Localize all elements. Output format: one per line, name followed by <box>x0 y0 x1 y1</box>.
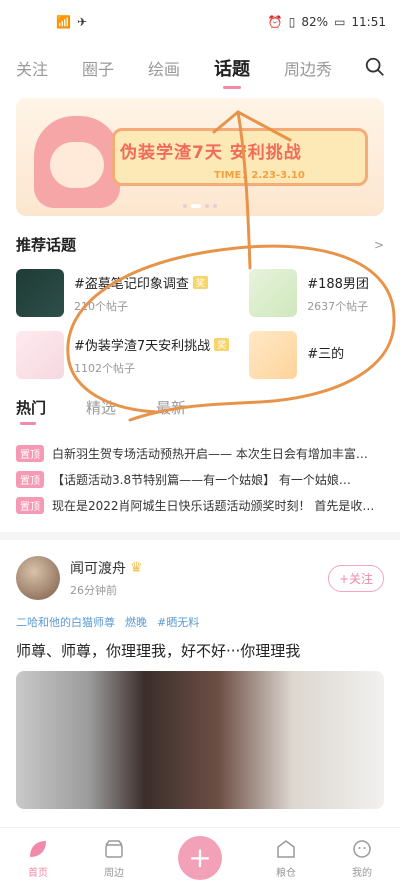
nav-label: 周边 <box>104 867 124 879</box>
promo-banner[interactable]: 伪装学渣7天 安利挑战 TIME：2.23-3.10 <box>16 98 384 216</box>
top-tab-bar: 关注 圈子 绘画 话题 周边秀 <box>0 44 400 92</box>
status-bar: 📶 ✈ ⏰ ▯ 82% ▭ 11:51 <box>0 0 400 44</box>
post-image[interactable] <box>16 671 384 809</box>
section-divider <box>0 532 400 540</box>
pinned-item[interactable]: 置顶 现在是2022肖阿城生日快乐话题活动颁奖时刻！ 首先是收… <box>16 492 384 518</box>
profile-icon <box>353 839 371 858</box>
nav-granary[interactable]: 粮仓 <box>274 837 298 879</box>
tab-merch-show[interactable]: 周边秀 <box>284 56 332 80</box>
home-icon <box>30 840 46 857</box>
topic-name: #三的 <box>307 346 345 362</box>
topic-grid: #盗墓笔记印象调查奖 210个帖子 #188男团 2637个帖子 #伪装学渣7天… <box>16 269 384 379</box>
carousel-dots <box>183 204 217 208</box>
post-header: 闻可渡舟 ♛ 26分钟前 +关注 <box>16 556 384 600</box>
shop-icon <box>105 839 123 858</box>
nav-label: 我的 <box>352 867 372 879</box>
topic-item[interactable]: #伪装学渣7天安利挑战奖 1102个帖子 <box>16 331 230 379</box>
pinned-item[interactable]: 置顶 【话题活动3.8节特别篇——有一个姑娘】 有一个姑娘… <box>16 466 384 492</box>
post-tag[interactable]: 二哈和他的白猫师尊 <box>16 614 115 630</box>
pinned-tag: 置顶 <box>16 444 44 462</box>
follow-button[interactable]: +关注 <box>327 564 384 592</box>
post-title[interactable]: 师尊、师尊，你理理我，好不好···你理理我 <box>16 640 384 661</box>
post-tag[interactable]: 燃晚 <box>125 614 147 630</box>
topic-name: #188男团 <box>307 276 369 292</box>
post-card[interactable]: 闻可渡舟 ♛ 26分钟前 +关注 二哈和他的白猫师尊 燃晚 #晒无料 师尊、师尊，… <box>0 540 400 809</box>
feed-tab-bar: 热门 精选 最新 <box>16 397 384 425</box>
granary-icon <box>277 839 295 858</box>
tab-hot[interactable]: 热门 <box>16 397 46 425</box>
topic-thumbnail <box>249 269 298 317</box>
tab-featured[interactable]: 精选 <box>86 397 116 418</box>
award-badge: 奖 <box>192 275 208 289</box>
banner-title: 伪装学渣7天 安利挑战 <box>120 143 302 163</box>
post-tags: 二哈和他的白猫师尊 燃晚 #晒无料 <box>16 614 384 630</box>
topic-post-count: 2637个帖子 <box>307 299 369 313</box>
nav-label: 首页 <box>28 867 48 879</box>
avatar[interactable] <box>16 556 60 600</box>
carousel-dot <box>205 204 209 208</box>
pinned-text: 【话题活动3.8节特别篇——有一个姑娘】 有一个姑娘… <box>52 472 351 487</box>
banner-character-face <box>50 142 104 188</box>
nav-home[interactable]: 首页 <box>26 837 50 879</box>
tab-latest[interactable]: 最新 <box>156 397 186 418</box>
bottom-nav: 首页 周边 + 粮仓 我的 <box>0 827 400 887</box>
pinned-text: 现在是2022肖阿城生日快乐话题活动颁奖时刻！ 首先是收… <box>52 498 375 513</box>
post-time: 26分钟前 <box>70 584 117 597</box>
search-icon[interactable] <box>364 56 386 78</box>
recommend-header: 推荐话题 > <box>16 234 384 255</box>
tab-topics[interactable]: 话题 <box>214 55 250 81</box>
topic-name: #盗墓笔记印象调查 <box>74 276 189 292</box>
carousel-dot-active <box>191 204 201 208</box>
nav-create[interactable]: + <box>178 835 222 880</box>
recommend-heading: 推荐话题 <box>16 236 77 254</box>
battery-level: 82% <box>301 15 329 29</box>
pinned-tag: 置顶 <box>16 470 44 488</box>
clock: 11:51 <box>351 15 386 29</box>
topic-item[interactable]: #盗墓笔记印象调查奖 210个帖子 <box>16 269 229 317</box>
banner-time: TIME：2.23-3.10 <box>214 170 305 181</box>
nav-label: 粮仓 <box>276 867 296 879</box>
crown-icon: ♛ <box>130 560 143 576</box>
pinned-tag: 置顶 <box>16 496 44 514</box>
tab-follow[interactable]: 关注 <box>16 56 48 80</box>
recommend-more-link[interactable]: > <box>374 238 384 252</box>
tab-painting[interactable]: 绘画 <box>148 56 180 80</box>
airplane-icon: ✈ <box>76 15 88 29</box>
vibrate-icon: ▯ <box>288 15 296 29</box>
topic-post-count: 1102个帖子 <box>74 361 135 375</box>
topic-item[interactable]: #三的 <box>249 331 384 379</box>
alarm-icon: ⏰ <box>267 15 283 29</box>
award-badge: 奖 <box>214 337 230 351</box>
topic-name: #伪装学渣7天安利挑战 <box>74 338 211 354</box>
carousel-dot <box>213 204 217 208</box>
pinned-text: 白新羽生贺专场活动预热开启—— 本次生日会有增加丰富… <box>52 446 368 461</box>
tab-circle[interactable]: 圈子 <box>82 56 114 80</box>
pinned-list: 置顶 白新羽生贺专场活动预热开启—— 本次生日会有增加丰富… 置顶 【话题活动3… <box>16 440 384 518</box>
plus-icon: + <box>178 835 222 880</box>
topic-thumbnail <box>16 269 64 317</box>
post-tag[interactable]: #晒无料 <box>157 614 199 630</box>
topic-item[interactable]: #188男团 2637个帖子 <box>249 269 384 317</box>
nav-profile[interactable]: 我的 <box>350 837 374 879</box>
battery-icon: ▭ <box>334 15 346 29</box>
topic-post-count: 210个帖子 <box>74 299 128 313</box>
topic-thumbnail <box>16 331 64 379</box>
pinned-item[interactable]: 置顶 白新羽生贺专场活动预热开启—— 本次生日会有增加丰富… <box>16 440 384 466</box>
topic-thumbnail <box>249 331 298 379</box>
post-username[interactable]: 闻可渡舟 <box>70 558 126 578</box>
nav-merch[interactable]: 周边 <box>102 837 126 879</box>
wifi-icon: 📶 <box>56 15 71 29</box>
carousel-dot <box>183 204 187 208</box>
